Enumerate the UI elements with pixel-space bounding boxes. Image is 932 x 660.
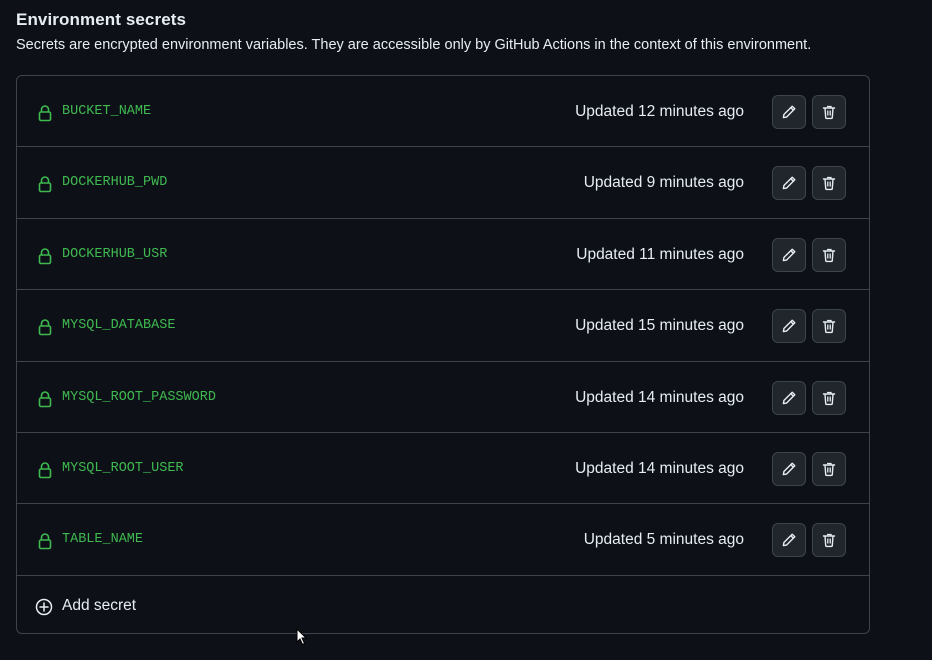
trash-icon <box>822 534 836 548</box>
edit-secret-button[interactable] <box>772 451 806 486</box>
pencil-icon <box>782 319 796 333</box>
delete-secret-button[interactable] <box>812 451 846 486</box>
secret-name: MYSQL_ROOT_PASSWORD <box>62 389 216 405</box>
secret-name: DOCKERHUB_USR <box>62 246 168 262</box>
secret-row: MYSQL_DATABASE Updated 15 minutes ago <box>17 290 869 362</box>
trash-icon <box>822 320 836 334</box>
secret-updated-time: Updated 14 minutes ago <box>575 388 744 406</box>
secret-name: MYSQL_DATABASE <box>62 318 176 334</box>
pencil-icon <box>782 248 796 262</box>
pencil-icon <box>782 462 796 476</box>
edit-secret-button[interactable] <box>772 237 806 272</box>
environment-secrets-page: Environment secrets Secrets are encrypte… <box>0 0 932 660</box>
lock-icon <box>38 533 52 550</box>
lock-icon <box>38 176 52 193</box>
secret-updated-time: Updated 14 minutes ago <box>575 459 744 477</box>
trash-icon <box>822 177 836 191</box>
secret-updated-time: Updated 11 minutes ago <box>576 245 744 263</box>
edit-secret-button[interactable] <box>772 380 806 415</box>
secret-row: MYSQL_ROOT_PASSWORD Updated 14 minutes a… <box>17 362 869 433</box>
delete-secret-button[interactable] <box>812 237 846 272</box>
lock-icon <box>38 319 52 336</box>
secret-updated-time: Updated 15 minutes ago <box>575 317 744 335</box>
secret-name: DOCKERHUB_PWD <box>62 175 168 191</box>
secret-row: TABLE_NAME Updated 5 minutes ago <box>17 504 869 576</box>
pencil-icon <box>782 176 796 190</box>
secret-row: MYSQL_ROOT_USER Updated 14 minutes ago <box>17 433 869 505</box>
secret-updated-time: Updated 5 minutes ago <box>583 531 744 549</box>
edit-secret-button[interactable] <box>772 523 806 558</box>
plus-circle-icon <box>35 598 53 615</box>
lock-icon <box>38 462 52 479</box>
secret-name: TABLE_NAME <box>62 532 144 548</box>
delete-secret-button[interactable] <box>812 523 846 558</box>
lock-icon <box>38 390 52 407</box>
secrets-list: BUCKET_NAME Updated 12 minutes ago DOCKE… <box>16 75 870 634</box>
delete-secret-button[interactable] <box>812 380 846 415</box>
secret-name: MYSQL_ROOT_USER <box>62 460 184 476</box>
pencil-icon <box>782 105 796 119</box>
add-secret-label: Add secret <box>62 596 137 614</box>
section-description: Secrets are encrypted environment variab… <box>16 37 812 53</box>
trash-icon <box>822 105 836 120</box>
delete-secret-button[interactable] <box>812 95 846 129</box>
edit-secret-button[interactable] <box>772 309 806 344</box>
secret-row: DOCKERHUB_USR Updated 11 minutes ago <box>17 219 869 291</box>
delete-secret-button[interactable] <box>812 166 846 201</box>
mouse-pointer-icon <box>296 628 308 646</box>
add-secret-button[interactable]: Add secret <box>17 576 869 635</box>
section-title: Environment secrets <box>16 10 187 29</box>
secret-row: DOCKERHUB_PWD Updated 9 minutes ago <box>17 147 869 219</box>
pencil-icon <box>782 391 796 404</box>
trash-icon <box>822 391 836 405</box>
secret-updated-time: Updated 12 minutes ago <box>575 103 744 120</box>
secret-name: BUCKET_NAME <box>62 104 152 119</box>
trash-icon <box>822 462 836 477</box>
edit-secret-button[interactable] <box>772 166 806 201</box>
trash-icon <box>822 248 836 262</box>
pencil-icon <box>782 533 796 547</box>
lock-icon <box>38 247 52 265</box>
secret-updated-time: Updated 9 minutes ago <box>583 174 744 192</box>
secret-row: BUCKET_NAME Updated 12 minutes ago <box>17 76 869 148</box>
lock-icon <box>38 105 52 122</box>
delete-secret-button[interactable] <box>812 309 846 344</box>
edit-secret-button[interactable] <box>772 95 806 129</box>
